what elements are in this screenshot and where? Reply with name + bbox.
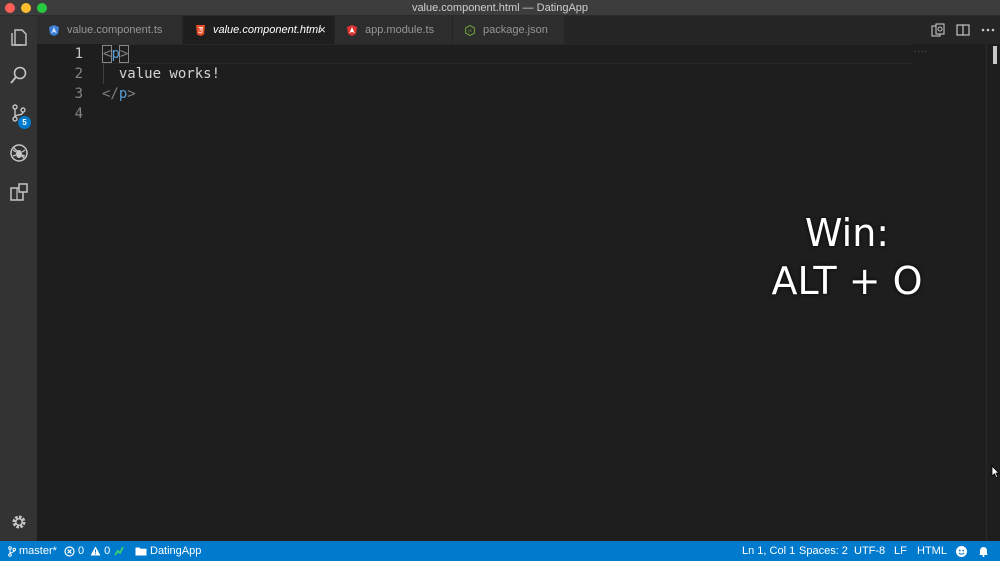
end-of-line[interactable]: LF	[894, 541, 907, 561]
search-icon[interactable]	[6, 62, 31, 87]
line-number: 4	[74, 106, 83, 122]
problems-indicator[interactable]: 0 0	[64, 541, 110, 561]
shortcut-overlay: Win: ALT + O	[737, 210, 957, 306]
branch-indicator[interactable]: master*	[8, 541, 57, 561]
git-branch-icon	[8, 545, 16, 557]
editor-actions	[925, 16, 1000, 44]
notifications-bell-icon[interactable]	[978, 541, 992, 561]
overlay-line-2: ALT + O	[771, 259, 923, 303]
tag-name: p	[111, 46, 120, 62]
code-line-2[interactable]: value works!	[102, 64, 220, 84]
tab-label: value.component.ts	[67, 24, 163, 36]
tab-value-component-html[interactable]: value.component.html ×	[183, 16, 335, 44]
overlay-line-1: Win:	[804, 211, 890, 255]
mouse-pointer-icon	[991, 465, 1000, 484]
code-line-1[interactable]: <p>	[101, 44, 130, 64]
svg-text:js: js	[467, 28, 472, 34]
error-count: 0	[78, 545, 85, 557]
tab-app-module-ts[interactable]: app.module.ts	[335, 16, 453, 44]
html5-icon	[193, 24, 207, 36]
extensions-icon[interactable]	[6, 179, 31, 204]
angular-ts-icon	[47, 24, 61, 36]
open-changes-icon[interactable]	[925, 20, 950, 40]
encoding[interactable]: UTF-8	[854, 541, 885, 561]
error-icon	[64, 545, 75, 557]
activity-bar: 5	[0, 16, 37, 541]
cursor-position[interactable]: Ln 1, Col 1	[742, 541, 795, 561]
language-mode[interactable]: HTML	[917, 541, 947, 561]
folder-icon	[135, 547, 147, 556]
editor[interactable]: 1 2 3 4 <p> value works! </p> .... Win: …	[37, 44, 1000, 541]
tab-label: package.json	[483, 24, 548, 36]
debug-icon[interactable]	[6, 140, 31, 165]
live-share-icon[interactable]	[114, 541, 127, 561]
minimap[interactable]: ....	[914, 44, 928, 54]
line-number: 2	[74, 66, 83, 82]
split-editor-icon[interactable]	[950, 20, 975, 40]
close-tab-icon[interactable]: ×	[318, 23, 326, 37]
source-control-badge: 5	[18, 116, 31, 129]
warning-icon	[90, 546, 101, 556]
tab-value-component-ts[interactable]: value.component.ts	[37, 16, 183, 44]
title-bar: value.component.html — DatingApp	[0, 0, 1000, 16]
line-number: 1	[74, 46, 83, 62]
status-bar: master* 0 0 DatingApp Ln 1, Col 1 Spaces…	[0, 541, 1000, 561]
window-title: value.component.html — DatingApp	[411, 2, 589, 14]
branch-name: master*	[19, 545, 57, 557]
warning-count: 0	[104, 545, 111, 557]
code-line-3[interactable]: </p>	[102, 84, 136, 104]
tab-bar: value.component.ts value.component.html …	[37, 16, 1000, 44]
tab-package-json[interactable]: js package.json	[453, 16, 565, 44]
tag-open-bracket: </	[102, 86, 119, 102]
tab-label: value.component.html	[213, 24, 321, 36]
angular-icon	[345, 24, 359, 36]
gear-icon[interactable]	[6, 509, 31, 534]
explorer-icon[interactable]	[6, 24, 31, 49]
indentation[interactable]: Spaces: 2	[799, 541, 848, 561]
tag-close-bracket: >	[118, 45, 130, 63]
feedback-icon[interactable]	[955, 541, 971, 561]
scrollbar-thumb[interactable]	[993, 46, 997, 64]
current-line-highlight	[101, 44, 911, 64]
nodejs-icon: js	[463, 24, 477, 36]
tag-close-bracket: >	[127, 86, 136, 102]
folder-name: DatingApp	[150, 545, 202, 557]
line-number: 3	[74, 86, 83, 102]
workspace-folder[interactable]: DatingApp	[135, 541, 201, 561]
more-actions-icon[interactable]	[975, 20, 1000, 40]
tab-label: app.module.ts	[365, 24, 435, 36]
